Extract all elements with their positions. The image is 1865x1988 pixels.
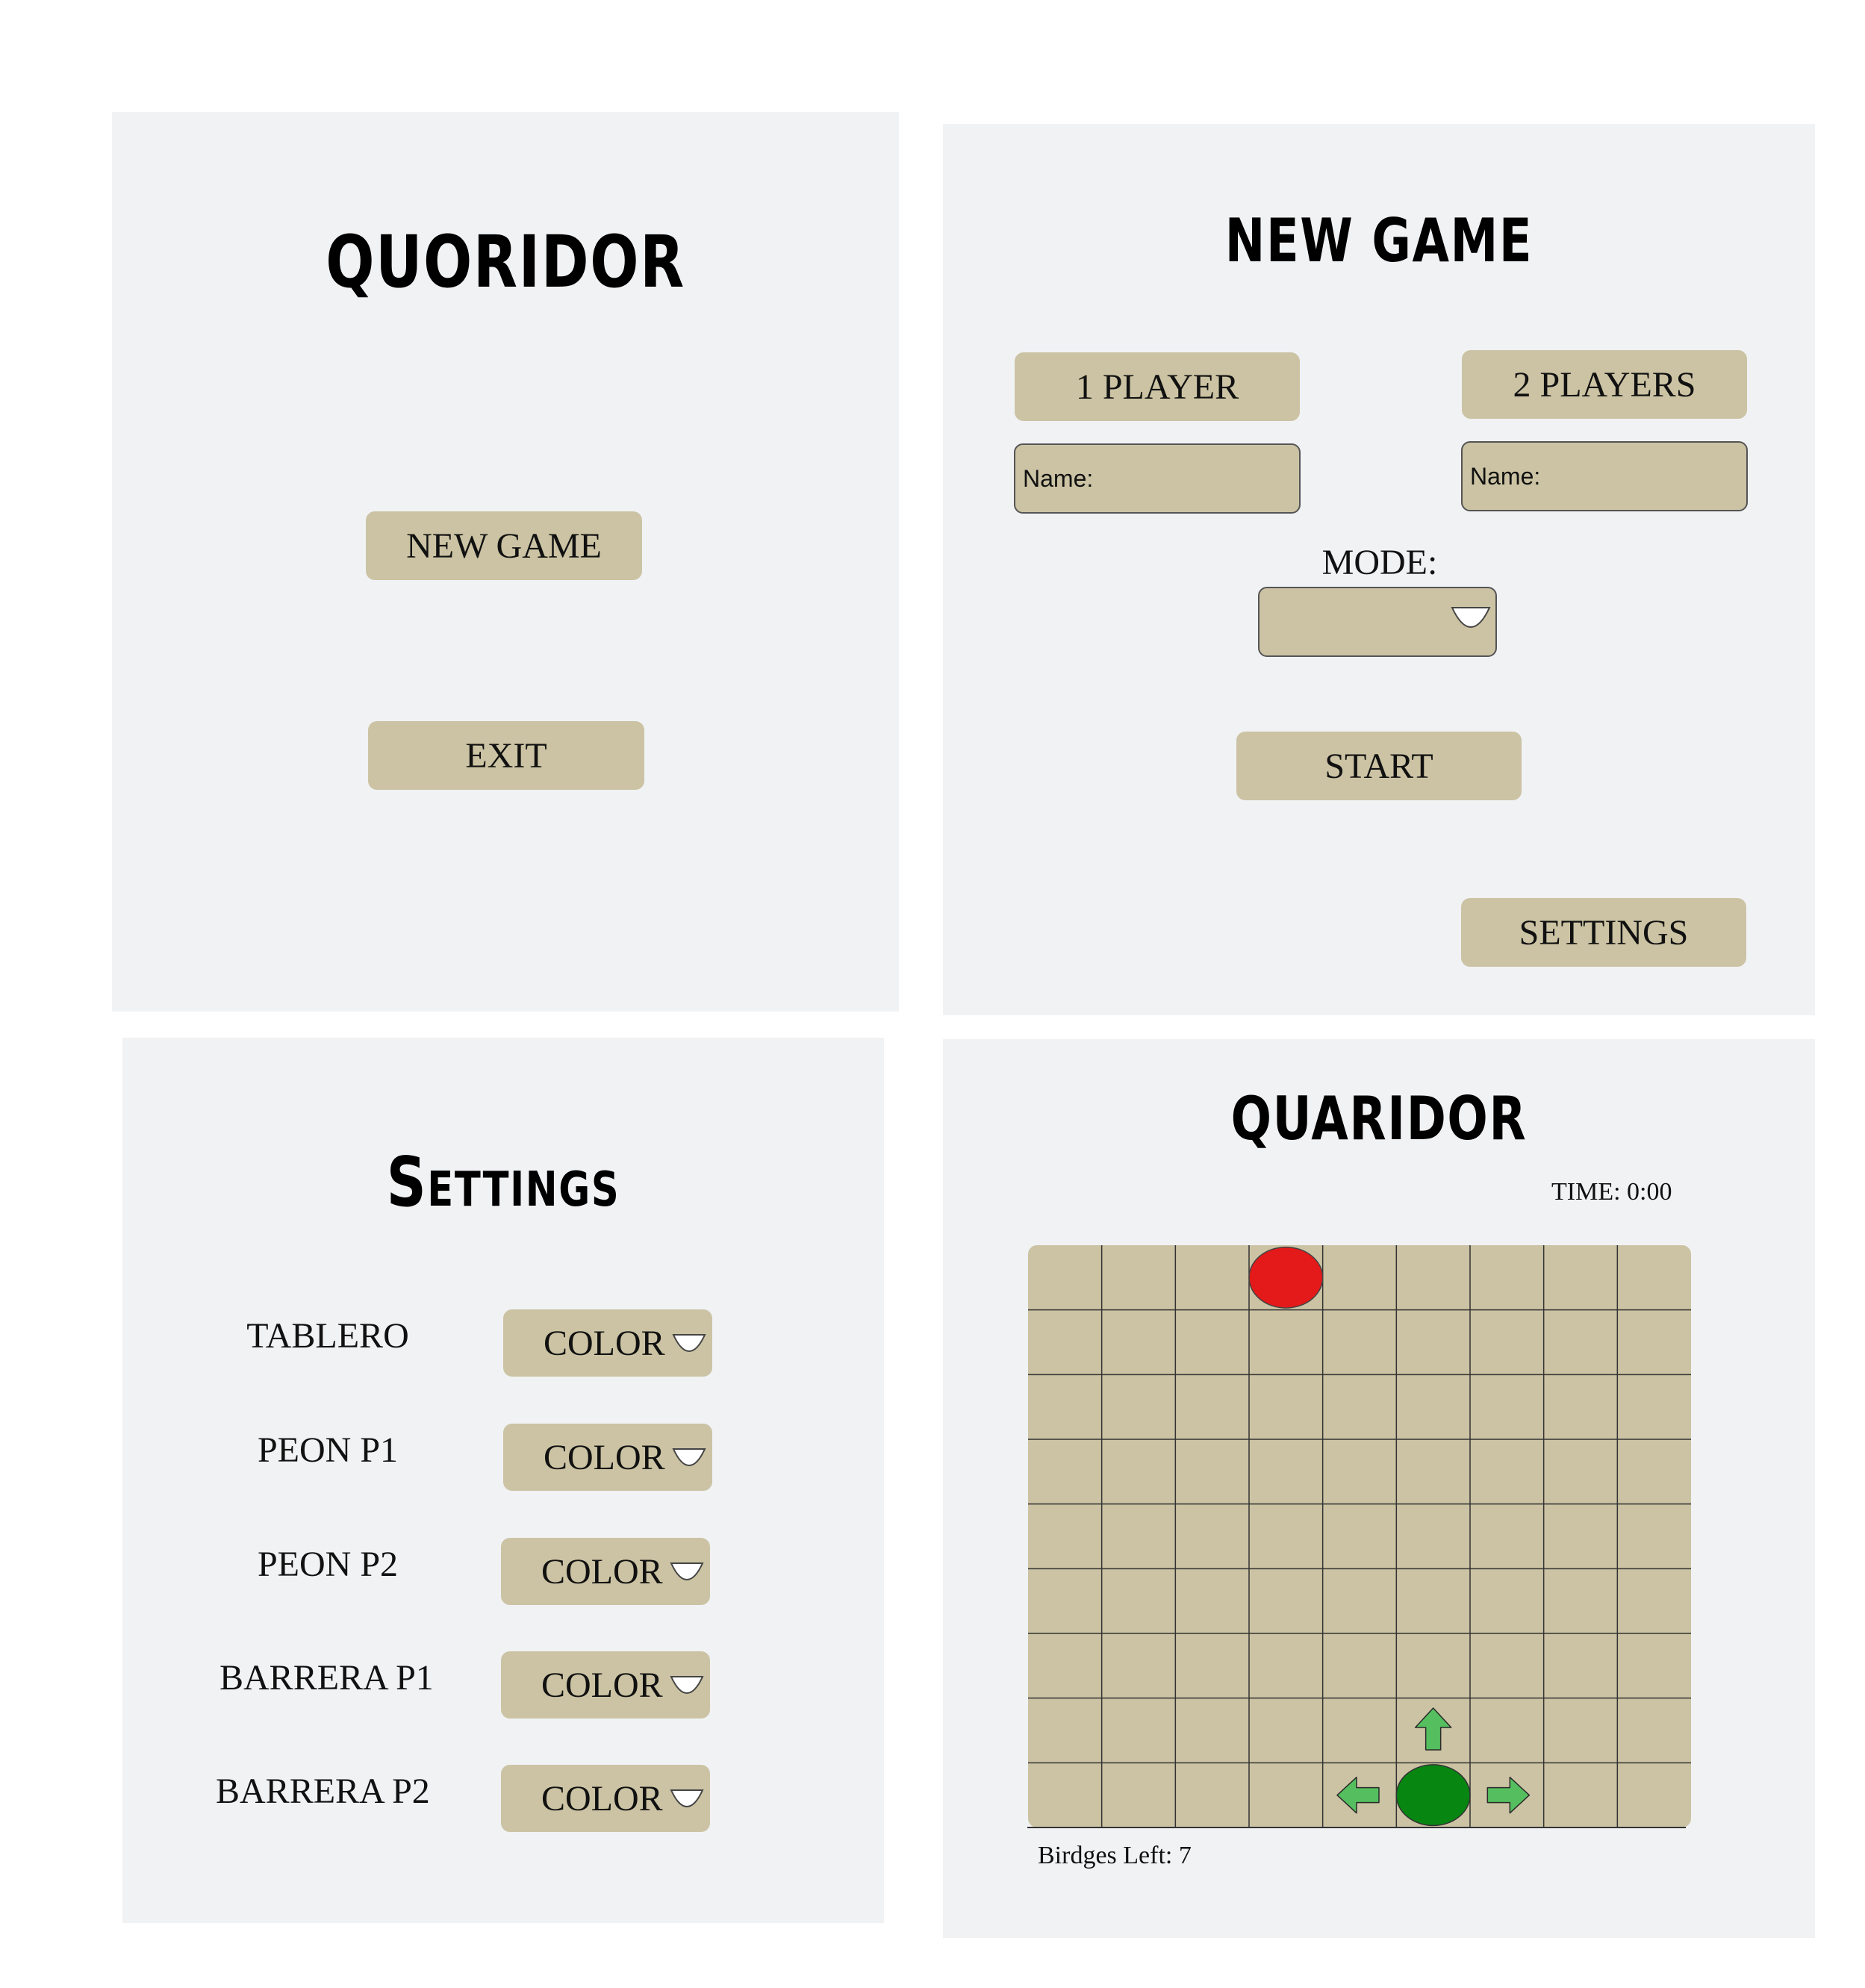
- board-grid[interactable]: [1027, 1244, 1692, 1828]
- chevron-down-icon: [670, 1676, 704, 1695]
- bridges-left-display: Birdges Left: 7: [1038, 1842, 1192, 1869]
- peon-p2-color-value: COLOR: [541, 1551, 663, 1592]
- two-players-button[interactable]: 2 PLAYERS: [1462, 350, 1747, 419]
- chevron-down-icon: [672, 1334, 706, 1353]
- setting-label-tablero: TABLERO: [246, 1316, 409, 1356]
- new-game-panel: NEW GAME 1 PLAYER 2 PLAYERS Name: Name: …: [943, 124, 1815, 1015]
- game-panel: QUARIDOR TIME: 0:00 Birdges Left: 7: [943, 1039, 1815, 1938]
- chevron-down-icon: [670, 1562, 704, 1581]
- game-title: QUARIDOR: [1230, 1084, 1528, 1153]
- setting-label-peon-p2: PEON P2: [257, 1545, 399, 1584]
- barrera-p2-color-value: COLOR: [541, 1778, 663, 1819]
- setting-label-peon-p1: PEON P1: [257, 1430, 399, 1470]
- settings-panel: Settings TABLERO COLOR PEON P1 COLOR PEO…: [122, 1038, 884, 1923]
- setting-label-barrera-p1: BARRERA P1: [219, 1658, 434, 1698]
- barrera-p1-color-select[interactable]: COLOR: [501, 1651, 710, 1719]
- board-background: [1028, 1245, 1691, 1827]
- player1-pawn[interactable]: [1395, 1764, 1471, 1827]
- new-game-button[interactable]: NEW GAME: [366, 511, 642, 580]
- menu-title: QUORIDOR: [326, 220, 685, 304]
- peon-p1-color-value: COLOR: [544, 1437, 665, 1477]
- tablero-color-value: COLOR: [544, 1323, 665, 1363]
- settings-button[interactable]: SETTINGS: [1461, 898, 1746, 967]
- barrera-p1-color-value: COLOR: [541, 1665, 663, 1705]
- tablero-color-select[interactable]: COLOR: [503, 1309, 712, 1377]
- start-button[interactable]: START: [1236, 732, 1522, 800]
- new-game-title: NEW GAME: [1224, 206, 1534, 275]
- chevron-down-icon: [672, 1448, 706, 1467]
- time-display: TIME: 0:00: [1551, 1178, 1672, 1206]
- setting-label-barrera-p2: BARRERA P2: [216, 1772, 430, 1811]
- mode-select[interactable]: [1258, 587, 1497, 657]
- game-board[interactable]: [1027, 1244, 1692, 1828]
- player1-name-field[interactable]: Name:: [1014, 443, 1301, 514]
- exit-button[interactable]: EXIT: [368, 721, 644, 790]
- player2-name-field[interactable]: Name:: [1461, 441, 1748, 511]
- player2-pawn[interactable]: [1248, 1246, 1324, 1309]
- barrera-p2-color-select[interactable]: COLOR: [501, 1765, 710, 1832]
- peon-p1-color-select[interactable]: COLOR: [503, 1424, 712, 1491]
- chevron-down-icon: [670, 1789, 704, 1808]
- one-player-button[interactable]: 1 PLAYER: [1015, 352, 1300, 421]
- settings-title: Settings: [386, 1142, 620, 1222]
- chevron-down-icon: [1451, 607, 1491, 629]
- peon-p2-color-select[interactable]: COLOR: [501, 1538, 710, 1605]
- mode-label: MODE:: [1321, 543, 1438, 582]
- main-menu-panel: QUORIDOR NEW GAME EXIT: [112, 112, 899, 1012]
